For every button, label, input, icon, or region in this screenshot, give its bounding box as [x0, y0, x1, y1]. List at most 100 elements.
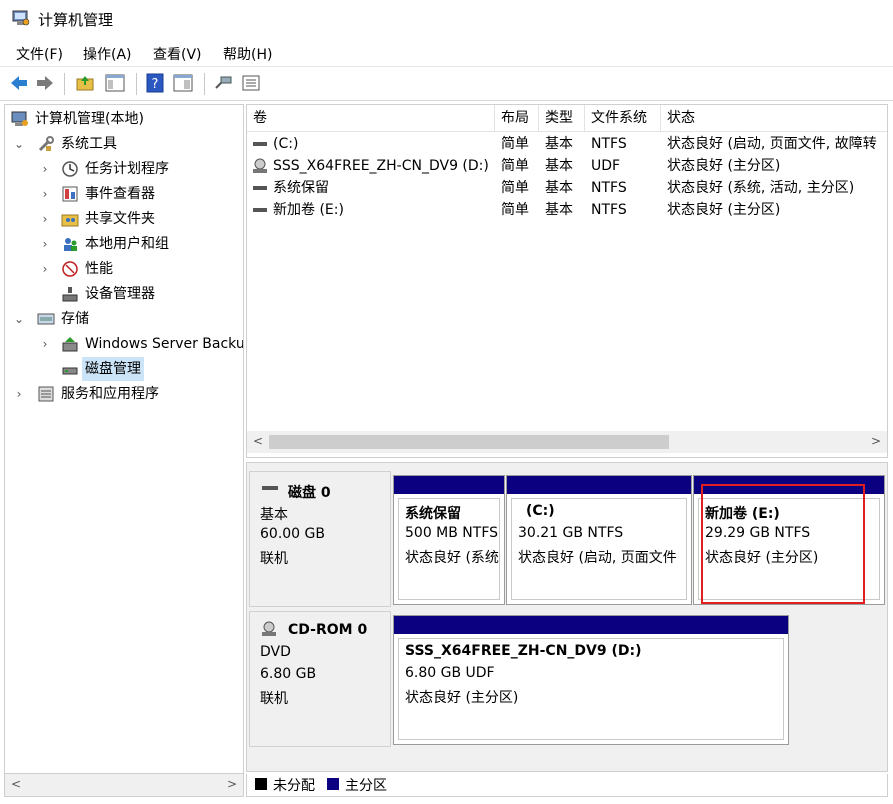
chevron-right-icon[interactable]: ›	[39, 182, 51, 206]
navigation-tree: 计算机管理(本地) ⌄ 系统工具 › 任务计划程序 › 事件查看器 › 共享文件…	[4, 104, 244, 774]
forward-icon[interactable]	[34, 72, 56, 94]
volume-layout: 简单	[501, 136, 529, 152]
shared-folder-icon	[61, 214, 79, 227]
partition-body: (C:) 30.21 GB NTFS 状态良好 (启动, 页面文件	[511, 498, 687, 600]
partition-name: (C:)	[526, 503, 555, 519]
volume-status: 状态良好 (启动, 页面文件, 故障转	[667, 136, 877, 152]
connect-icon[interactable]	[212, 72, 234, 94]
partition-size: 6.80 GB UDF	[405, 665, 495, 681]
partition-status: 状态良好 (系统	[405, 550, 499, 566]
table-row[interactable]: 新加卷 (E:) 简单 基本 NTFS 状态良好 (主分区)	[247, 199, 887, 221]
scroll-right-icon[interactable]: >	[227, 777, 237, 791]
column-header-volume[interactable]: 卷	[247, 105, 495, 131]
volume-layout: 简单	[501, 180, 529, 196]
toolbar-separator	[204, 73, 205, 95]
partition-size: 500 MB NTFS	[405, 525, 499, 541]
scroll-thumb[interactable]	[269, 435, 669, 449]
up-folder-icon[interactable]	[74, 72, 96, 94]
users-icon	[64, 238, 77, 251]
scroll-left-icon[interactable]: <	[11, 777, 21, 791]
partition-body: 系统保留 500 MB NTFS 状态良好 (系统	[398, 498, 500, 600]
disk-kind: 基本	[260, 507, 288, 523]
list-horizontal-scrollbar[interactable]: < >	[247, 431, 887, 453]
table-row[interactable]: 系统保留 简单 基本 NTFS 状态良好 (系统, 活动, 主分区)	[247, 177, 887, 199]
scroll-left-icon[interactable]: <	[253, 434, 263, 448]
volume-icon	[253, 142, 267, 146]
volume-icon	[253, 208, 267, 212]
menu-action[interactable]: 操作(A)	[83, 44, 132, 64]
primary-partition-bar	[394, 616, 788, 634]
back-icon[interactable]	[8, 72, 30, 94]
chevron-down-icon[interactable]: ⌄	[13, 132, 25, 156]
menu-file[interactable]: 文件(F)	[16, 44, 63, 64]
chevron-right-icon[interactable]: ›	[39, 332, 51, 356]
chevron-right-icon[interactable]: ›	[13, 382, 25, 406]
chevron-right-icon[interactable]: ›	[39, 157, 51, 181]
chevron-right-icon[interactable]: ›	[39, 207, 51, 231]
disk-size: 6.80 GB	[260, 666, 317, 682]
tree-horizontal-scrollbar[interactable]: < >	[4, 774, 244, 797]
partition-system-reserved[interactable]: 系统保留 500 MB NTFS 状态良好 (系统	[393, 475, 505, 605]
disk-0-label[interactable]: 磁盘 0 基本 60.00 GB 联机	[249, 471, 391, 607]
cdrom-0-label[interactable]: CD-ROM 0 DVD 6.80 GB 联机	[249, 611, 391, 747]
clock-icon	[62, 161, 78, 177]
volume-status: 状态良好 (主分区)	[667, 158, 781, 174]
partition-d[interactable]: SSS_X64FREE_ZH-CN_DV9 (D:) 6.80 GB UDF 状…	[393, 615, 789, 745]
column-header-type[interactable]: 类型	[539, 105, 585, 131]
disk-state: 联机	[260, 551, 288, 567]
column-header-status[interactable]: 状态	[661, 105, 887, 131]
tree-label: 系统工具	[61, 136, 117, 152]
tree-label: 性能	[85, 261, 113, 277]
volume-status: 状态良好 (主分区)	[667, 202, 781, 218]
highlight-box	[701, 484, 865, 604]
list-view-icon[interactable]	[240, 72, 262, 94]
chevron-right-icon[interactable]: ›	[39, 257, 51, 281]
primary-partition-bar	[394, 476, 504, 494]
tree-label: 事件查看器	[85, 186, 155, 202]
window-title: 计算机管理	[38, 11, 114, 29]
table-row[interactable]: (C:) 简单 基本 NTFS 状态良好 (启动, 页面文件, 故障转	[247, 133, 887, 155]
table-row[interactable]: SSS_X64FREE_ZH-CN_DV9 (D:) 简单 基本 UDF 状态良…	[247, 155, 887, 177]
partition-size: 30.21 GB NTFS	[518, 525, 624, 541]
menu-help[interactable]: 帮助(H)	[223, 44, 272, 64]
chevron-down-icon[interactable]: ⌄	[13, 307, 25, 331]
partition-name: SSS_X64FREE_ZH-CN_DV9 (D:)	[405, 643, 642, 659]
volume-layout: 简单	[501, 158, 529, 174]
legend: 未分配 主分区	[246, 774, 888, 797]
disk-state: 联机	[260, 691, 288, 707]
tree-label: 任务计划程序	[85, 161, 169, 177]
disk-icon	[262, 486, 278, 490]
volume-filesystem: NTFS	[591, 180, 627, 196]
column-header-layout[interactable]: 布局	[495, 105, 539, 131]
tools-icon	[38, 136, 54, 152]
help-icon[interactable]: ?	[144, 72, 166, 94]
toolbar-separator	[136, 73, 137, 95]
tree-label: 磁盘管理	[82, 357, 144, 381]
volume-filesystem: NTFS	[591, 202, 627, 218]
device-manager-icon	[62, 287, 78, 302]
computer-management-icon	[11, 111, 28, 126]
volume-status: 状态良好 (系统, 活动, 主分区)	[667, 180, 855, 196]
volume-type: 基本	[545, 136, 573, 152]
partition-status: 状态良好 (启动, 页面文件	[518, 550, 677, 566]
cd-drive-icon	[253, 158, 267, 173]
performance-icon	[62, 261, 78, 277]
scroll-right-icon[interactable]: >	[871, 434, 881, 448]
column-header-filesystem[interactable]: 文件系统	[585, 105, 661, 131]
chevron-right-icon[interactable]: ›	[39, 232, 51, 256]
show-tree-icon[interactable]	[104, 72, 126, 94]
volume-name: 系统保留	[273, 180, 329, 196]
disk-management-icon	[62, 367, 78, 375]
primary-partition-swatch	[327, 778, 339, 790]
legend-primary: 主分区	[345, 778, 387, 794]
partition-body: SSS_X64FREE_ZH-CN_DV9 (D:) 6.80 GB UDF 状…	[398, 638, 784, 740]
volume-type: 基本	[545, 158, 573, 174]
menu-bar: 文件(F) 操作(A) 查看(V) 帮助(H)	[0, 38, 893, 67]
partition-status: 状态良好 (主分区)	[405, 690, 519, 706]
event-log-icon	[62, 186, 78, 202]
volume-name: SSS_X64FREE_ZH-CN_DV9 (D:)	[273, 158, 489, 174]
menu-view[interactable]: 查看(V)	[153, 44, 202, 64]
partition-c[interactable]: (C:) 30.21 GB NTFS 状态良好 (启动, 页面文件	[506, 475, 692, 605]
properties-icon[interactable]	[172, 72, 194, 94]
cd-drive-icon	[262, 621, 276, 636]
